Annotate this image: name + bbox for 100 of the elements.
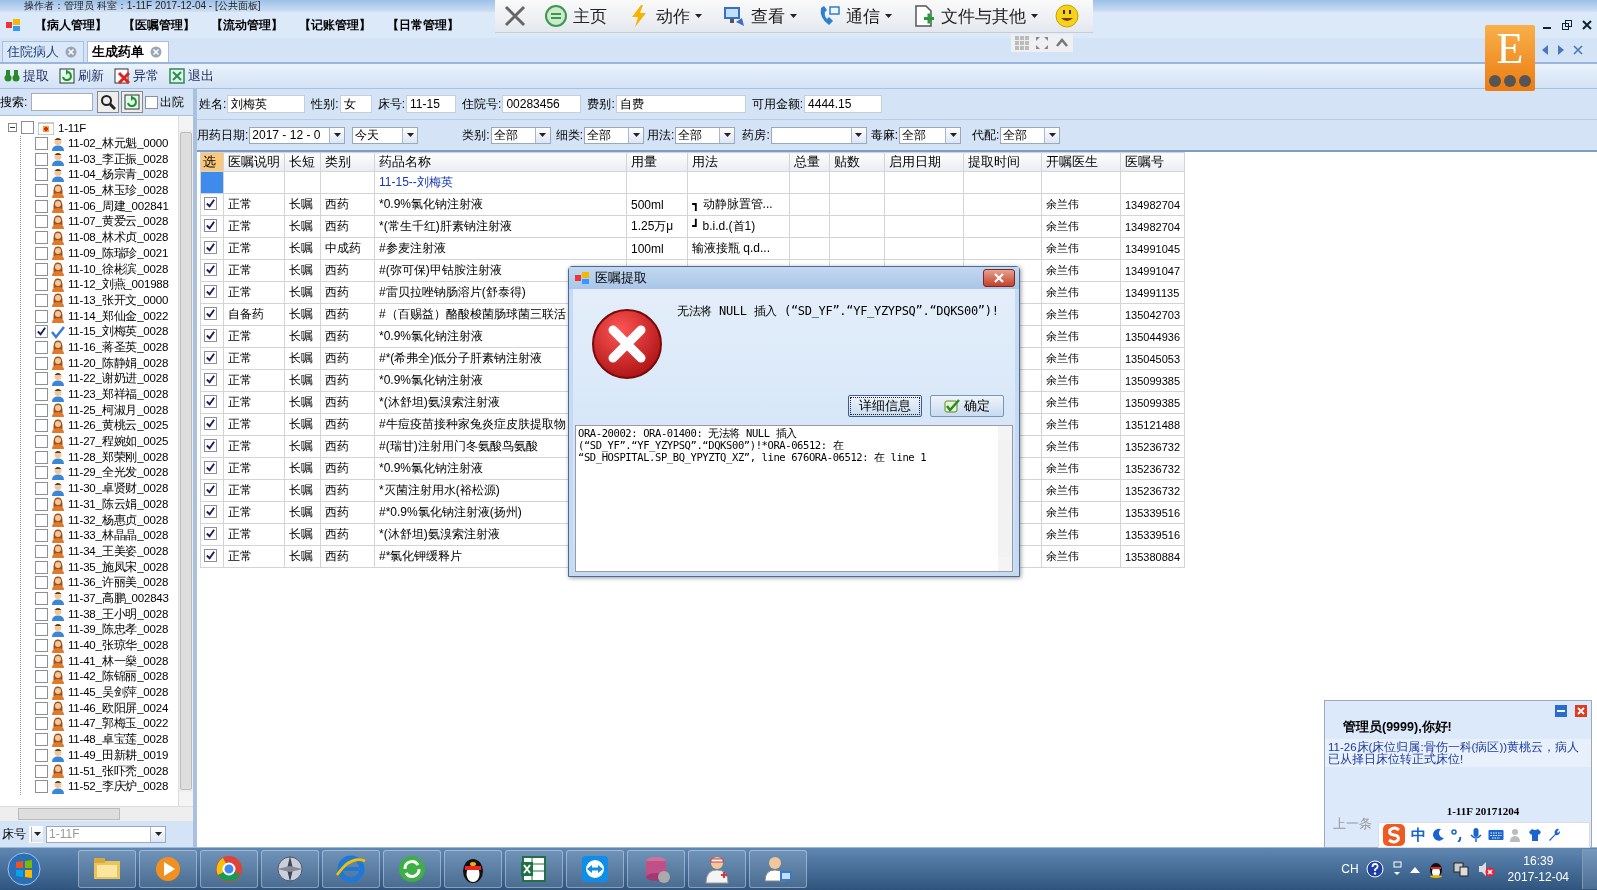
table-cell: 100ml bbox=[626, 237, 688, 260]
tree-item[interactable]: 11-02_林元魁_0000 bbox=[68, 136, 169, 152]
tree-item[interactable]: 11-38_王小明_0028 bbox=[68, 606, 169, 622]
tree-item[interactable]: 11-33_林晶晶_0028 bbox=[68, 528, 169, 544]
tree-item[interactable]: 11-13_张开文_0000 bbox=[68, 292, 169, 308]
tree-item[interactable]: 11-31_陈云娟_0028 bbox=[68, 496, 169, 512]
tree-item[interactable]: 11-49_田新耕_0019 bbox=[68, 747, 169, 763]
tree-item[interactable]: 11-06_周建_002841 bbox=[68, 198, 169, 214]
tree-item[interactable]: 11-35_施凤宋_0028 bbox=[68, 559, 169, 575]
toolbar-button[interactable]: 动作 bbox=[624, 2, 705, 30]
text-field[interactable]: 女 bbox=[339, 95, 372, 113]
tree-item[interactable]: 11-51_张吓秃_0028 bbox=[68, 763, 169, 779]
toolbar-button[interactable]: 提取 bbox=[4, 67, 49, 85]
toolbar-button[interactable]: 查看 bbox=[719, 2, 800, 30]
tree-item[interactable]: 11-25_柯淑月_0028 bbox=[68, 402, 169, 418]
column-header[interactable]: 开嘱医生 bbox=[1041, 152, 1121, 172]
toolbar-button[interactable]: 文件与其他 bbox=[909, 2, 1041, 30]
tree-item[interactable]: 11-12_刘燕_001988 bbox=[68, 277, 169, 293]
column-header[interactable]: 类别 bbox=[320, 152, 375, 172]
column-header[interactable]: 医嘱号 bbox=[1120, 152, 1185, 172]
table-cell: 西药 bbox=[320, 325, 375, 348]
menu-item[interactable]: 【日常管理】 bbox=[386, 14, 460, 36]
toolbar-button[interactable]: 退出 bbox=[169, 67, 214, 85]
language-indicator[interactable]: CH bbox=[1341, 862, 1359, 876]
dropdown[interactable]: 2017 - 12 - 0 bbox=[249, 126, 346, 144]
tree-item[interactable]: 11-09_陈瑞珍_0021 bbox=[68, 245, 169, 261]
column-header[interactable]: 启用日期 bbox=[884, 152, 964, 172]
tree-item[interactable]: 11-10_徐彬滨_0028 bbox=[68, 261, 169, 277]
column-header[interactable]: 选 bbox=[200, 152, 224, 172]
table-cell: 余兰伟 bbox=[1041, 413, 1121, 436]
tree-item[interactable]: 11-29_全光发_0028 bbox=[68, 465, 169, 481]
input-mode-button[interactable]: 中 bbox=[1411, 825, 1426, 845]
table-cell: 中成药 bbox=[320, 237, 375, 260]
column-header[interactable]: 药品名称 bbox=[374, 152, 627, 172]
tree-item[interactable]: 11-39_陈忠孝_0028 bbox=[68, 622, 169, 638]
tree-item[interactable]: 11-14_郑仙金_0022 bbox=[68, 308, 169, 324]
tree-item[interactable]: 11-22_谢奶进_0028 bbox=[68, 371, 169, 387]
tree-item[interactable]: 11-28_郑荣刚_0028 bbox=[68, 449, 169, 465]
tree-item[interactable]: 11-15_刘梅英_0028 bbox=[68, 324, 169, 340]
tree-item[interactable]: 11-08_林术贞_0028 bbox=[68, 230, 169, 246]
menu-item[interactable]: 【病人管理】 bbox=[34, 14, 108, 36]
text-field[interactable]: 4444.15 bbox=[804, 95, 883, 113]
column-header[interactable]: 提取时间 bbox=[963, 152, 1042, 172]
tree-item[interactable]: 11-37_高鹏_002843 bbox=[68, 590, 169, 606]
tree-item[interactable]: 11-42_陈锦丽_0028 bbox=[68, 669, 169, 685]
toolbar-button[interactable]: 主页 bbox=[541, 2, 610, 30]
text-field[interactable]: 11-15 bbox=[406, 95, 457, 113]
toolbar-button[interactable]: 刷新 bbox=[59, 67, 104, 85]
text-field[interactable]: 刘梅英 bbox=[227, 95, 306, 113]
dropdown[interactable]: 全部 bbox=[1000, 126, 1061, 144]
tree-item[interactable]: 11-47_郭梅玉_0022 bbox=[68, 716, 169, 732]
dropdown[interactable]: 全部 bbox=[899, 126, 962, 144]
column-header[interactable]: 长短 bbox=[284, 152, 321, 172]
dropdown[interactable]: 全部 bbox=[490, 126, 551, 144]
clock[interactable]: 16:39 2017-12-04 bbox=[1507, 853, 1569, 885]
tree-item[interactable]: 11-30_卓贤财_0028 bbox=[68, 481, 169, 497]
table-cell: 长嘱 bbox=[284, 501, 321, 524]
tree-item[interactable]: 11-03_李正振_0028 bbox=[68, 151, 169, 167]
column-header[interactable]: 贴数 bbox=[829, 152, 885, 172]
text-field[interactable]: 00283456 bbox=[502, 95, 582, 113]
tree-item[interactable]: 11-27_程婉如_0025 bbox=[68, 434, 169, 450]
button[interactable]: 详细信息 bbox=[848, 395, 922, 417]
tree-item[interactable]: 11-16_蒋圣英_0028 bbox=[68, 339, 169, 355]
dropdown[interactable]: 全部 bbox=[675, 126, 736, 144]
tree-item[interactable]: 1-11F bbox=[58, 121, 87, 134]
tree-item[interactable]: 11-34_王美姿_0028 bbox=[68, 543, 169, 559]
tree-item[interactable]: 11-45_吴剑萍_0028 bbox=[68, 685, 169, 701]
tab[interactable]: 住院病人 bbox=[2, 41, 84, 62]
table-cell: 正常 bbox=[223, 193, 285, 216]
dropdown[interactable]: 今天 bbox=[352, 126, 419, 144]
table-cell: 余兰伟 bbox=[1041, 193, 1121, 216]
tree-item[interactable]: 11-04_杨宗青_0028 bbox=[68, 167, 169, 183]
tree-item[interactable]: 11-48_卓宝莲_0028 bbox=[68, 732, 169, 748]
tree-item[interactable]: 11-23_郑祥福_0028 bbox=[68, 387, 169, 403]
menu-item[interactable]: 【医嘱管理】 bbox=[122, 14, 196, 36]
table-cell: 135045053 bbox=[1120, 347, 1185, 370]
column-header[interactable]: 用量 bbox=[626, 152, 688, 172]
button[interactable]: 确定 bbox=[930, 395, 1004, 417]
tree-item[interactable]: 11-40_张琼华_0028 bbox=[68, 638, 169, 654]
column-header[interactable]: 用法 bbox=[687, 152, 790, 172]
menu-item[interactable]: 【流动管理】 bbox=[210, 14, 284, 36]
column-header[interactable]: 医嘱说明 bbox=[223, 152, 285, 172]
tree-item[interactable]: 11-05_林玉珍_0028 bbox=[68, 183, 169, 199]
text-field[interactable]: 自费 bbox=[615, 95, 746, 113]
tree-item[interactable]: 11-20_陈静娟_0028 bbox=[68, 355, 169, 371]
checkbox[interactable]: 出院 bbox=[145, 93, 185, 111]
table-cell: 余兰伟 bbox=[1041, 369, 1121, 392]
tree-item[interactable]: 11-46_欧阳屏_0024 bbox=[68, 700, 169, 716]
toolbar-button[interactable]: 异常 bbox=[114, 67, 159, 85]
column-header[interactable]: 总量 bbox=[789, 152, 830, 172]
tree-item[interactable]: 11-41_林一燊_0028 bbox=[68, 653, 169, 669]
tree-item[interactable]: 11-32_杨惠贞_0028 bbox=[68, 512, 169, 528]
tree-item[interactable]: 11-26_黄桃云_0025 bbox=[68, 418, 169, 434]
menu-item[interactable]: 【记账管理】 bbox=[298, 14, 372, 36]
toolbar-button[interactable]: 通信 bbox=[814, 2, 895, 30]
tree-item[interactable]: 11-52_李庆炉_0028 bbox=[68, 779, 169, 795]
tree-item[interactable]: 11-36_许丽美_0028 bbox=[68, 575, 169, 591]
tab[interactable]: 生成药单 bbox=[87, 41, 169, 62]
dropdown[interactable]: 全部 bbox=[584, 126, 645, 144]
tree-item[interactable]: 11-07_黄爱云_0028 bbox=[68, 214, 169, 230]
